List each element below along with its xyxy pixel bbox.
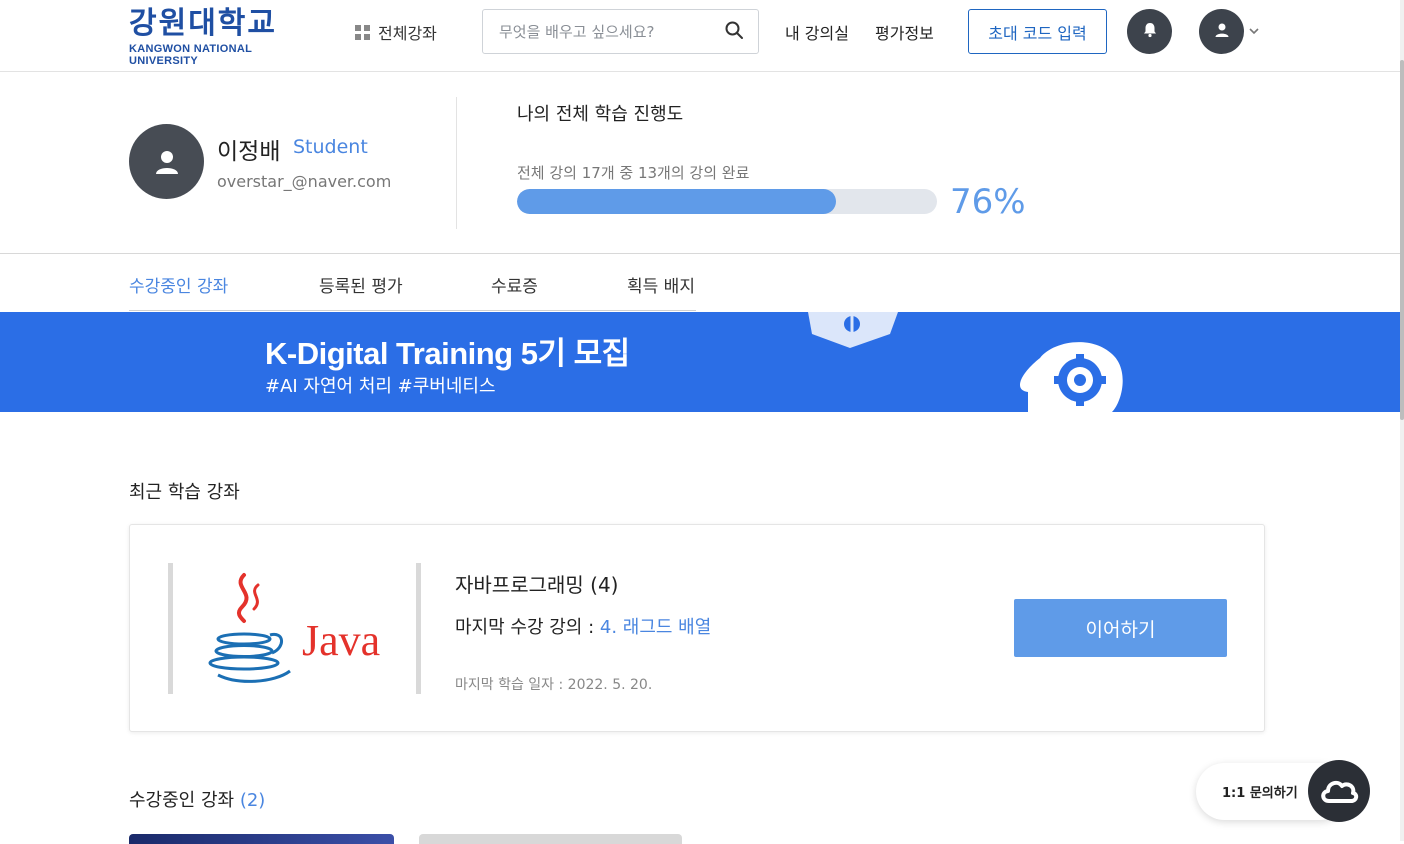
enrolled-course-card[interactable] [129, 834, 394, 844]
tab-enrolled-courses[interactable]: 수강중인 강좌 [129, 272, 229, 316]
progress-bar [517, 189, 937, 214]
enrolled-section-title: 수강중인 강좌 (2) [129, 786, 265, 812]
user-menu-button[interactable] [1199, 9, 1244, 54]
chevron-down-icon[interactable] [1247, 23, 1261, 37]
profile-section: 이정배 Student overstar_@naver.com 나의 전체 학습… [0, 72, 1400, 254]
continue-button[interactable]: 이어하기 [1014, 599, 1227, 657]
user-name: 이정배 [217, 139, 281, 165]
thumb-frame-left [168, 563, 173, 694]
recent-course-card: Java 자바프로그래밍 (4) 마지막 수강 강의 : 4. 래그드 배열 마… [129, 524, 1265, 732]
enrolled-title-label: 수강중인 강좌 [129, 790, 235, 811]
bell-icon [1141, 21, 1159, 43]
search-input[interactable] [499, 22, 724, 41]
gear-icon [808, 312, 1123, 412]
user-icon [155, 150, 178, 174]
svg-text:Java: Java [302, 616, 380, 665]
university-logo[interactable]: 강원대학교 KANGWON NATIONAL UNIVERSITY [129, 6, 319, 67]
nav-my-classroom[interactable]: 내 강의실 [785, 20, 849, 44]
last-lecture-label: 마지막 수강 강의 : [455, 617, 600, 638]
recent-section-title: 최근 학습 강좌 [129, 482, 240, 503]
tab-registered-evals[interactable]: 등록된 평가 [319, 272, 403, 314]
progress-title: 나의 전체 학습 진행도 [517, 104, 684, 125]
divider [456, 97, 457, 229]
grid-icon [355, 24, 370, 40]
invite-code-button[interactable]: 초대 코드 입력 [968, 9, 1107, 54]
course-title[interactable]: 자바프로그래밍 (4) [455, 569, 619, 598]
course-thumbnail[interactable]: Java [178, 563, 410, 694]
enrolled-course-card[interactable] [419, 834, 682, 844]
user-email: overstar_@naver.com [217, 172, 392, 191]
cloud-icon [1321, 780, 1359, 803]
progress-bar-fill [517, 189, 837, 214]
tab-bar: 수강중인 강좌 등록된 평가 수료증 획득 배지 [0, 254, 1400, 316]
search-box [482, 9, 759, 54]
thumb-frame-right [416, 563, 421, 694]
top-header: 강원대학교 KANGWON NATIONAL UNIVERSITY 전체강좌 내… [0, 0, 1400, 72]
nav-eval-info[interactable]: 평가정보 [875, 20, 934, 44]
banner-tags: #AI 자연어 처리 #쿠버네티스 [265, 376, 496, 397]
tab-certificates[interactable]: 수료증 [491, 272, 538, 314]
banner-title: K-Digital Training 5기 모집 [265, 336, 630, 371]
user-icon [1213, 21, 1231, 43]
avatar [129, 124, 204, 199]
search-icon[interactable] [724, 20, 744, 44]
all-courses-menu[interactable]: 전체강좌 [355, 20, 437, 44]
progress-percent: 76% [950, 182, 1026, 222]
logo-text: 강원대학교 [129, 6, 277, 41]
chat-launcher[interactable] [1308, 760, 1370, 822]
user-role: Student [293, 136, 368, 158]
progress-summary: 전체 강의 17개 중 13개의 강의 완료 [517, 164, 750, 182]
tab-badges[interactable]: 획득 배지 [627, 272, 695, 314]
all-courses-label: 전체강좌 [378, 24, 437, 43]
promo-banner[interactable]: K-Digital Training 5기 모집 #AI 자연어 처리 #쿠버네… [0, 312, 1400, 412]
enrolled-count: (2) [239, 790, 266, 811]
logo-subtext: KANGWON NATIONAL UNIVERSITY [129, 43, 252, 67]
java-logo-icon: Java [208, 573, 380, 683]
last-lecture-link[interactable]: 4. 래그드 배열 [600, 617, 711, 638]
notification-button[interactable] [1127, 9, 1172, 54]
scrollbar-thumb[interactable] [1400, 60, 1404, 420]
last-study-date: 마지막 학습 일자 : 2022. 5. 20. [455, 677, 653, 693]
last-lecture: 마지막 수강 강의 : 4. 래그드 배열 [455, 613, 711, 639]
